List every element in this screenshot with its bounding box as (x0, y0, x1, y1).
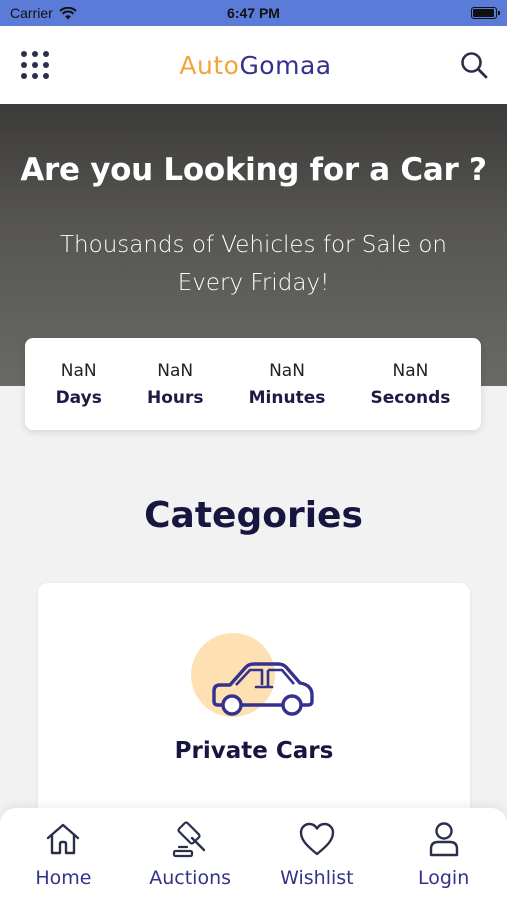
countdown-minutes: NaN Minutes (249, 361, 326, 408)
car-icon (212, 662, 314, 716)
nav-item-home[interactable]: Home (3, 819, 123, 889)
countdown-value: NaN (60, 360, 97, 381)
countdown-value: NaN (269, 360, 305, 381)
countdown-label: Minutes (248, 387, 326, 408)
category-card-private-cars[interactable]: Private Cars (38, 583, 470, 843)
nav-item-auctions[interactable]: Auctions (130, 819, 250, 889)
battery-icon (471, 7, 500, 19)
countdown-hours: NaN Hours (147, 361, 204, 408)
countdown-label: Days (55, 387, 102, 408)
bottom-nav: Home Auctions Wishlist Login (0, 808, 507, 900)
carrier-label: Carrier (10, 5, 53, 21)
status-bar: Carrier 6:47 PM (0, 0, 507, 26)
countdown-days: NaN Days (56, 361, 102, 408)
nav-label: Auctions (149, 867, 232, 889)
countdown-seconds: NaN Seconds (371, 361, 451, 408)
hero-title: Are you Looking for a Car ? (20, 152, 487, 188)
hero-subtitle: Thousands of Vehicles for Sale on Every … (60, 232, 447, 296)
app-logo[interactable]: AutoGomaa (179, 51, 331, 80)
countdown-label: Seconds (370, 387, 451, 408)
gavel-icon (173, 821, 206, 858)
user-icon (429, 822, 458, 857)
countdown-value: NaN (392, 360, 429, 381)
category-icon (188, 631, 328, 731)
nav-label: Home (35, 867, 92, 889)
countdown-label: Hours (146, 387, 204, 408)
countdown-card: NaN Days NaN Hours NaN Minutes NaN Secon… (25, 338, 481, 430)
app-header: AutoGomaa (0, 26, 507, 104)
wifi-icon (59, 6, 77, 19)
nav-label: Login (417, 867, 470, 889)
search-icon[interactable] (459, 50, 489, 80)
nav-label: Wishlist (280, 867, 354, 889)
status-left: Carrier (10, 5, 77, 21)
logo-part-gomaa: Gomaa (239, 50, 332, 80)
nav-item-wishlist[interactable]: Wishlist (257, 819, 377, 889)
heart-icon (299, 822, 335, 856)
countdown-value: NaN (157, 360, 194, 381)
logo-part-auto: Auto (179, 50, 240, 80)
battery-fill (473, 9, 494, 17)
home-icon (47, 823, 80, 855)
menu-grid-icon[interactable] (18, 48, 52, 82)
categories-title: Categories (144, 495, 363, 536)
category-label: Private Cars (174, 738, 334, 764)
nav-item-login[interactable]: Login (384, 819, 504, 889)
